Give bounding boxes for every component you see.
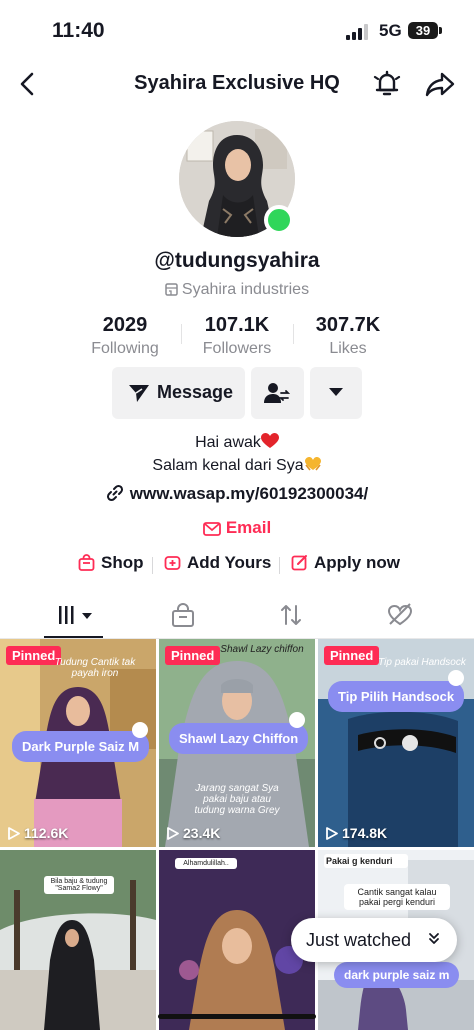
video-top-text: Pakai g kenduri [324, 854, 408, 868]
store-icon [165, 283, 178, 296]
video-title-overlay: Shawl Lazy Chiffon [169, 723, 309, 754]
profile-chips: Shop Add Yours Apply now [0, 553, 474, 577]
play-icon [8, 827, 20, 840]
video-title-overlay: dark purple saiz m [334, 962, 460, 988]
shop-bag-icon[interactable] [170, 602, 196, 628]
shop-chip[interactable]: Shop [78, 553, 144, 573]
status-time: 11:40 [52, 19, 105, 42]
notification-bell-icon[interactable] [371, 68, 403, 100]
network-type: 5G [379, 21, 402, 40]
tiktok-logo-icon [132, 722, 148, 738]
video-top-text: Alhamdulillah.. [175, 858, 237, 869]
video-top-text: Tudung Cantik tak payah iron [54, 657, 136, 679]
share-arrow-icon[interactable] [424, 68, 456, 100]
nav-bar: Syahira Exclusive HQ [0, 58, 474, 110]
shopping-bag-icon [78, 554, 95, 571]
apply-now-chip[interactable]: Apply now [291, 553, 400, 573]
message-button[interactable]: Message [112, 367, 245, 419]
link-icon [106, 484, 123, 502]
play-icon [326, 827, 338, 840]
add-yours-icon [164, 556, 181, 570]
videos-grid-icon[interactable] [56, 602, 96, 628]
just-watched-button[interactable]: Just watched [291, 918, 457, 962]
profile-stats: 2029 Following 107.1K Followers 307.7K Like… [0, 314, 474, 364]
business-category: Syahira industries [0, 281, 474, 299]
signal-icon [346, 24, 368, 40]
more-options-button[interactable] [310, 367, 362, 419]
message-label: Message [157, 382, 234, 402]
add-yours-chip[interactable]: Add Yours [164, 553, 271, 573]
video-tile[interactable]: Pinned Shawl Lazy chiffon Shawl Lazy Chi… [159, 639, 315, 847]
active-tab-indicator [44, 636, 103, 638]
content-tabs [0, 596, 474, 639]
video-title-overlay: Tip Pilih Handsock [328, 681, 465, 712]
video-tile[interactable]: Bila baju & tudung "Sama2 Flowy" [0, 850, 156, 1030]
video-thumbnail [318, 639, 474, 847]
divider [279, 557, 280, 574]
email-icon [202, 522, 221, 536]
video-caption: Cantik sangat kalau pakai pergi kenduri [344, 884, 450, 910]
edit-icon [291, 555, 307, 571]
video-top-text: Shawl Lazy chiffon [220, 644, 304, 655]
online-status-dot [264, 205, 294, 235]
just-watched-label: Just watched [306, 930, 412, 950]
view-count: 112.6K [8, 825, 68, 841]
friends-button[interactable] [251, 367, 304, 419]
tiktok-logo-icon [448, 670, 464, 686]
caret-down-icon [329, 388, 343, 396]
heart-hands-icon [304, 457, 321, 471]
liked-heart-icon[interactable] [386, 602, 414, 628]
video-top-text: Bila baju & tudung "Sama2 Flowy" [44, 876, 114, 894]
view-count: 23.4K [167, 825, 220, 841]
username: @tudungsyahira [154, 249, 320, 272]
video-tile[interactable]: Pinned Tip pakai Handsock Tip Pilih Hand… [318, 639, 474, 847]
stat-following[interactable]: 2029 Following [65, 314, 185, 358]
repost-icon[interactable] [278, 602, 304, 628]
video-caption: Jarang sangat Sya pakai baju atau tudung… [194, 783, 280, 816]
divider [152, 557, 153, 574]
bio-line-2: Salam kenal dari Sya [0, 456, 474, 475]
bio-line-1: Hai awak [0, 433, 474, 452]
home-indicator[interactable] [158, 1014, 316, 1019]
view-count: 174.8K [326, 825, 387, 841]
status-bar: 11:40 5G 39 [0, 0, 474, 58]
send-icon [129, 385, 149, 402]
bio-link[interactable]: www.wasap.my/60192300034/ [0, 484, 474, 504]
tiktok-logo-icon [289, 712, 305, 728]
stat-followers[interactable]: 107.1K Followers [177, 314, 297, 358]
stat-likes[interactable]: 307.7K Likes [288, 314, 408, 358]
battery-icon: 39 [408, 22, 442, 39]
play-icon [167, 827, 179, 840]
video-top-text: Tip pakai Handsock [378, 657, 466, 668]
user-switch-icon [264, 383, 290, 403]
video-tile[interactable]: Pinned Tudung Cantik tak payah iron Dark… [0, 639, 156, 847]
email-button[interactable]: Email [0, 518, 474, 538]
double-chevron-down-icon [429, 933, 439, 944]
video-title-overlay: Dark Purple Saiz M [12, 731, 150, 762]
red-heart-icon [260, 433, 279, 448]
